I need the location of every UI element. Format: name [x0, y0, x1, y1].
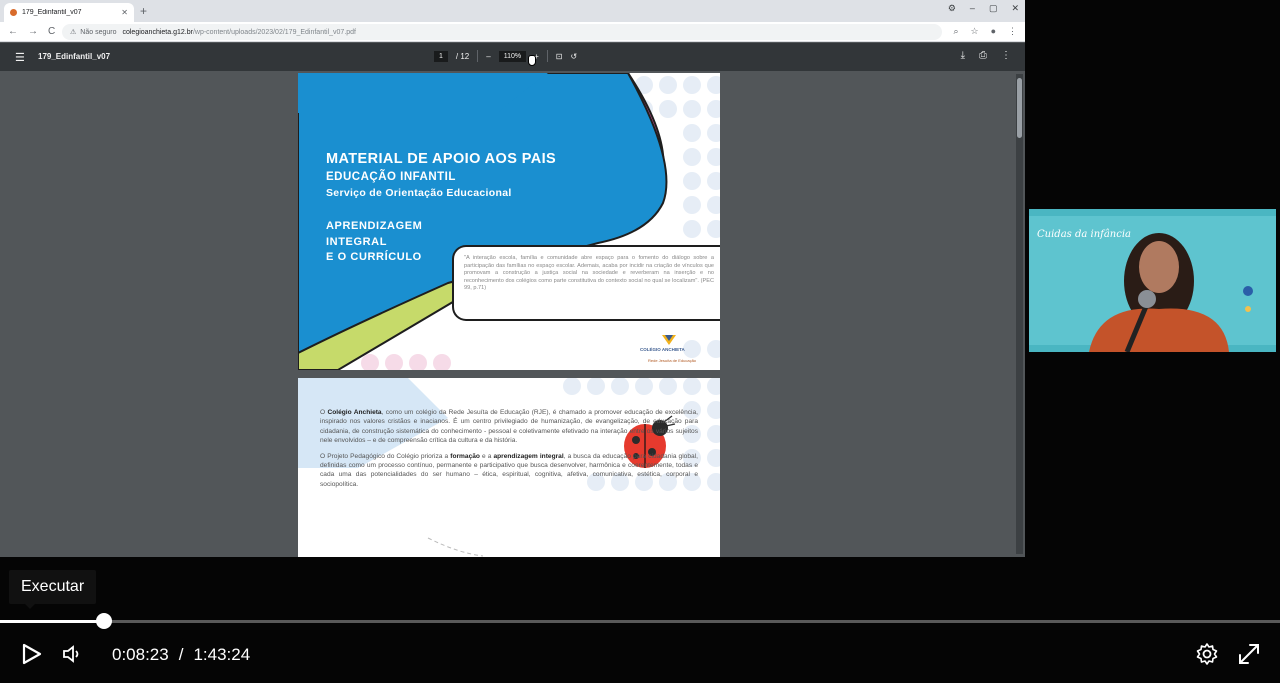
zoom-lens-icon[interactable]: ⌕	[953, 26, 958, 37]
window-controls: ⚙ – ▢ ✕	[948, 3, 1019, 14]
duration: 1:43:24	[193, 645, 251, 664]
page2-paragraph: O Projeto Pedagógico do Colégio prioriza…	[320, 452, 698, 490]
text-run: O Projeto Pedagógico do Colégio prioriza…	[320, 452, 451, 460]
more-options-icon[interactable]: ⋮	[1001, 50, 1011, 61]
nav-buttons: ← → C	[8, 26, 55, 37]
page-current: 1	[439, 52, 443, 60]
forward-icon[interactable]: →	[28, 26, 38, 37]
settings-button[interactable]	[1195, 642, 1219, 671]
toolbar-divider	[477, 50, 479, 62]
page2-body: O Colégio Anchieta, como um colégio da R…	[320, 408, 698, 495]
cover-quote: "A interação escola, família e comunidad…	[452, 245, 720, 321]
tab-strip: 179_Edinfantil_v07 ✕ + ⚙ – ▢ ✕	[0, 0, 1025, 22]
profile-settings-icon[interactable]: ⚙	[948, 3, 956, 14]
text-run-bold: Colégio Anchieta	[327, 409, 382, 416]
tooltip-arrow	[24, 603, 36, 609]
current-time: 0:08:23	[112, 645, 169, 664]
page-number-input[interactable]: 1	[434, 50, 448, 62]
rotate-icon[interactable]: ↺	[570, 52, 577, 61]
bookmark-star-icon[interactable]: ☆	[970, 26, 978, 37]
scrollbar-thumb[interactable]	[1017, 78, 1022, 138]
toolbar-divider	[546, 50, 548, 62]
security-label: Não seguro	[80, 28, 117, 36]
cover-topic-line: APRENDIZAGEM	[326, 220, 423, 232]
download-icon[interactable]: ⤓	[961, 50, 965, 61]
url-path: /wp-content/uploads/2023/02/179_Edinfant…	[192, 28, 357, 36]
time-display: 0:08:23 / 1:43:24	[112, 645, 250, 665]
hamburger-menu-icon[interactable]: ☰	[15, 51, 25, 64]
pdf-file-name: 179_Edinfantil_v07	[38, 52, 111, 61]
address-bar: ← → C ⚠ Não seguro colegioanchieta.g12.b…	[0, 22, 1025, 42]
volume-icon	[63, 645, 79, 663]
expand-icon	[1239, 644, 1259, 664]
url-host: colegioanchieta.g12.br	[122, 28, 193, 36]
pdf-page-2: O Colégio Anchieta, como um colégio da R…	[298, 378, 720, 557]
cover-topic-line: E O CURRÍCULO	[326, 251, 422, 263]
webcam-banner-text: Cuidas da infância	[1037, 229, 1132, 240]
webcam-feed: Cuidas da infância	[1029, 209, 1276, 352]
play-icon	[22, 643, 42, 665]
video-player: 179_Edinfantil_v07 ✕ + ⚙ – ▢ ✕ ← → C ⚠ N…	[0, 0, 1280, 683]
page-total: / 12	[455, 51, 470, 61]
cover-service: Serviço de Orientação Educacional	[326, 187, 512, 199]
warning-icon: ⚠	[70, 29, 77, 36]
mouse-cursor-icon	[528, 55, 536, 66]
pdf-toolbar: ☰ 179_Edinfantil_v07 1 / 12 – 110% + ⊡ ↺…	[0, 43, 1025, 71]
tab-close-icon[interactable]: ✕	[121, 8, 128, 17]
text-run-bold: aprendizagem integral	[493, 452, 564, 460]
fit-page-icon[interactable]: ⊡	[556, 52, 563, 61]
cover-topic: APRENDIZAGEM INTEGRAL E O CURRÍCULO	[326, 219, 422, 266]
network-logo-text: Rede Jesuíta de Educação	[648, 358, 697, 363]
new-tab-button[interactable]: +	[140, 4, 147, 18]
zoom-out-button[interactable]: –	[486, 52, 490, 61]
profile-icon[interactable]: ●	[991, 26, 996, 37]
progress-scrubber[interactable]	[96, 613, 112, 629]
print-icon[interactable]: ⎙	[979, 50, 987, 61]
volume-button[interactable]	[62, 644, 82, 669]
screen-share-browser: 179_Edinfantil_v07 ✕ + ⚙ – ▢ ✕ ← → C ⚠ N…	[0, 0, 1025, 557]
progress-bar[interactable]	[0, 620, 1280, 623]
pdf-actions: ⤓ ⎙ ⋮	[961, 50, 1011, 61]
gear-icon	[1196, 643, 1218, 665]
progress-played	[0, 620, 104, 623]
cover-subtitle: EDUCAÇÃO INFANTIL	[326, 171, 456, 183]
url-field[interactable]: ⚠ Não seguro colegioanchieta.g12.br /wp-…	[62, 24, 942, 40]
address-icons: ⌕ ☆ ● ⋮	[953, 26, 1017, 37]
pdf-page-1: MATERIAL DE APOIO AOS PAIS EDUCAÇÃO INFA…	[298, 73, 720, 370]
reload-icon[interactable]: C	[48, 26, 55, 37]
close-window-icon[interactable]: ✕	[1011, 3, 1019, 14]
school-logo-icon	[662, 335, 676, 345]
play-tooltip: Executar	[9, 570, 97, 604]
time-separator: /	[178, 645, 184, 664]
minimize-icon[interactable]: –	[970, 3, 975, 14]
zoom-level-input[interactable]: 110%	[498, 50, 527, 62]
back-icon[interactable]: ←	[8, 26, 18, 37]
text-run-bold: formação	[450, 452, 480, 460]
favicon-icon	[10, 9, 17, 16]
page2-paragraph: O Colégio Anchieta, como um colégio da R…	[320, 408, 698, 446]
cover-title: MATERIAL DE APOIO AOS PAIS	[326, 151, 557, 167]
fullscreen-button[interactable]	[1237, 642, 1261, 671]
pdf-scrollbar[interactable]	[1016, 74, 1023, 554]
kebab-menu-icon[interactable]: ⋮	[1008, 26, 1017, 37]
tab-title: 179_Edinfantil_v07	[22, 9, 82, 16]
cover-topic-line: INTEGRAL	[326, 235, 388, 248]
maximize-icon[interactable]: ▢	[989, 3, 998, 14]
school-logo-text: COLÉGIO ANCHIETA	[640, 347, 685, 352]
play-button[interactable]	[22, 643, 42, 670]
text-run: e a	[479, 452, 494, 460]
pdf-page-zoom-controls: 1 / 12 – 110% + ⊡ ↺	[434, 50, 577, 62]
browser-tab[interactable]: 179_Edinfantil_v07 ✕	[4, 3, 134, 22]
